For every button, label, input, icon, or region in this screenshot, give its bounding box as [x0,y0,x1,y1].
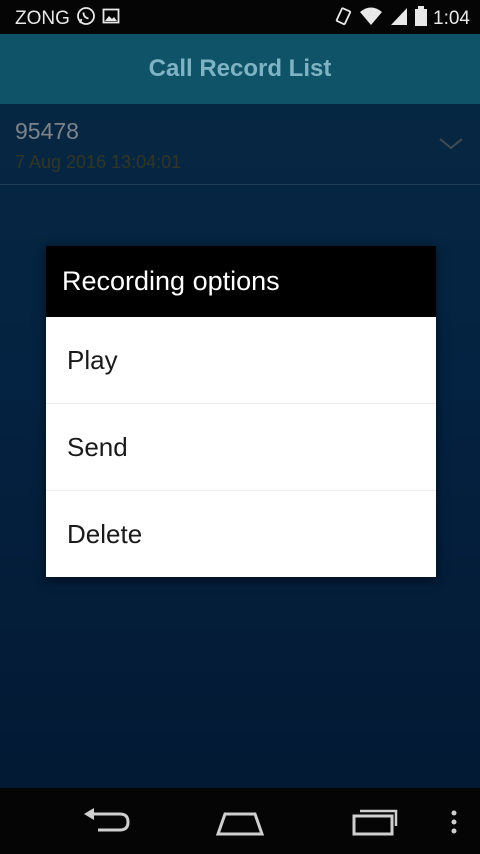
play-option[interactable]: Play [46,317,436,404]
clock: 1:04 [433,8,470,29]
recording-options-dialog: Recording options Play Send Delete [46,246,436,577]
app-bar: Call Record List [0,34,480,104]
vibrate-icon [333,6,353,32]
whatsapp-icon [76,6,96,32]
home-icon[interactable] [215,806,265,841]
image-icon [102,7,120,31]
overflow-menu-icon[interactable] [449,810,459,839]
send-option[interactable]: Send [46,404,436,491]
back-icon[interactable] [82,806,130,841]
wifi-icon [359,6,383,32]
delete-option[interactable]: Delete [46,491,436,577]
battery-icon [415,6,428,32]
page-title: Call Record List [148,55,332,82]
signal-icon [389,6,409,32]
dialog-title: Recording options [46,246,436,317]
navigation-bar [0,788,480,854]
status-bar: ZONG 1:04 [0,0,480,34]
recent-apps-icon[interactable] [350,806,400,841]
carrier-label: ZONG [15,8,70,29]
